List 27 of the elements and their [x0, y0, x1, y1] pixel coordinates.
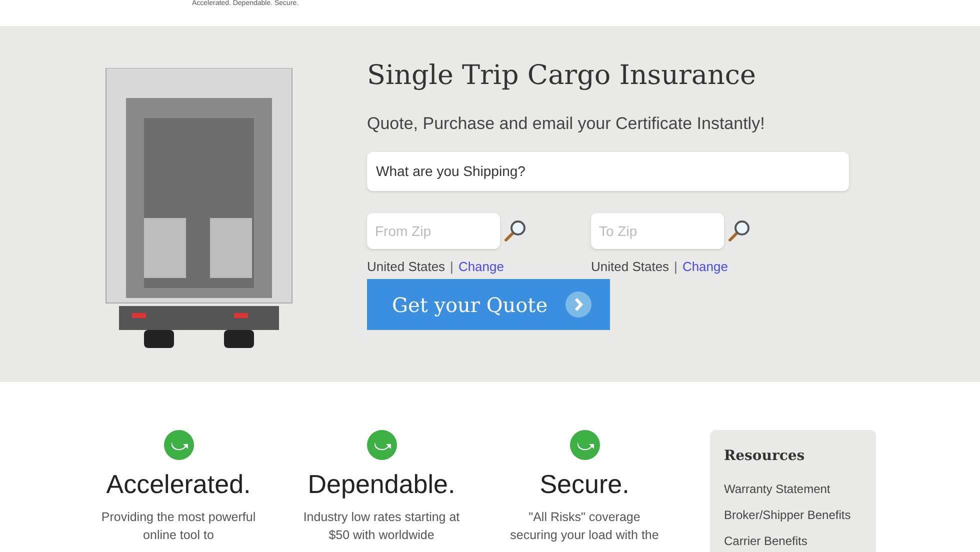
swoosh-icon — [570, 430, 600, 460]
separator: | — [674, 258, 678, 276]
page-title: Single Trip Cargo Insurance — [367, 59, 757, 93]
change-link[interactable]: Change — [682, 256, 728, 276]
feature-text: "All Risks" coverage securing your load with the — [509, 509, 660, 544]
swoosh-icon — [164, 430, 194, 460]
zip-field[interactable]: From Zip — [367, 212, 500, 248]
subtitle: Quote, Purchase and email your Certificate Instantly! — [367, 113, 766, 135]
separator: | — [450, 258, 454, 276]
zip-field[interactable]: To Zip — [591, 212, 724, 248]
shipping-field[interactable]: What are you Shipping? — [367, 152, 849, 190]
search-icon[interactable] — [727, 218, 751, 242]
resource-link[interactable]: Warranty Statement — [724, 480, 862, 498]
feature-text: Industry low rates starting at $50 with worldwide — [302, 509, 461, 544]
feature-title: Accelerated. — [106, 468, 251, 500]
resource-link[interactable]: Carrier Benefits — [724, 532, 862, 550]
resource-link[interactable]: Broker/Shipper Benefits — [724, 506, 862, 524]
chevron-circle-icon — [565, 291, 592, 318]
feature-text: Providing the most powerful online tool to — [100, 509, 257, 544]
feature-title: Secure. — [540, 468, 630, 500]
search-icon[interactable] — [503, 218, 527, 242]
country-label: United States — [367, 258, 446, 276]
resources-title: Resources — [724, 447, 806, 466]
swoosh-icon — [366, 430, 396, 460]
change-link[interactable]: Change — [458, 256, 504, 276]
feature-title: Dependable. — [308, 468, 456, 500]
country-label: United States — [591, 258, 670, 276]
